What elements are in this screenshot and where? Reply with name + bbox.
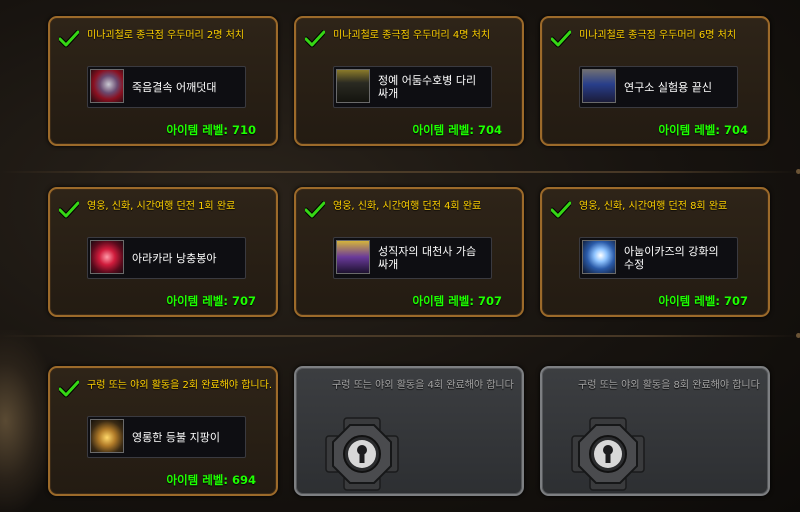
requirement-text: 구렁 또는 야외 활동을 4회 완료해야 합니다	[332, 380, 514, 391]
requirement-text: 미나괴철로 종극점 우두머리 2명 처치	[87, 30, 245, 41]
reward-card[interactable]: 영웅, 신화, 시간여행 던전 1회 완료 아라카라 낭충봉아 아이템 레벨: …	[48, 187, 278, 317]
item-name: 아눕이카즈의 강화의 수정	[624, 245, 719, 271]
crystal-icon	[582, 240, 616, 274]
reward-card[interactable]: 영웅, 신화, 시간여행 던전 4회 완료 성직자의 대천사 가슴싸개 아이템 …	[294, 187, 524, 317]
reward-card[interactable]: 미나괴철로 종극점 우두머리 2명 처치 죽음결속 어깨덧대 아이템 레벨: 7…	[48, 16, 278, 146]
item-level: 아이템 레벨: 707	[166, 294, 256, 308]
background-figure	[0, 330, 55, 512]
reward-item[interactable]: 죽음결속 어깨덧대	[87, 66, 246, 108]
chest-armor-icon	[336, 240, 370, 274]
checkmark-icon	[551, 30, 571, 48]
checkmark-icon	[59, 30, 79, 48]
requirement-text: 미나괴철로 종극점 우두머리 4명 처치	[333, 30, 491, 41]
requirement-text: 미나괴철로 종극점 우두머리 6명 처치	[579, 30, 737, 41]
item-level: 아이템 레벨: 694	[166, 473, 256, 487]
reward-item[interactable]: 아눕이카즈의 강화의 수정	[579, 237, 738, 279]
lantern-staff-icon	[90, 419, 124, 453]
reward-card[interactable]: 영웅, 신화, 시간여행 던전 8회 완료 아눕이카즈의 강화의 수정 아이템 …	[540, 187, 770, 317]
checkmark-icon	[305, 201, 325, 219]
reward-item[interactable]: 성직자의 대천사 가슴싸개	[333, 237, 492, 279]
item-name: 성직자의 대천사 가슴싸개	[378, 245, 477, 271]
trinket-orb-icon	[90, 240, 124, 274]
checkmark-icon	[59, 201, 79, 219]
boots-icon	[582, 69, 616, 103]
item-level: 아이템 레벨: 710	[166, 123, 256, 137]
reward-item[interactable]: 영롱한 등불 지팡이	[87, 416, 246, 458]
reward-item[interactable]: 아라카라 낭충봉아	[87, 237, 246, 279]
item-name: 아라카라 낭충봉아	[132, 251, 217, 265]
shoulder-armor-icon	[90, 69, 124, 103]
requirement-text: 영웅, 신화, 시간여행 던전 8회 완료	[579, 201, 728, 212]
requirement-text: 영웅, 신화, 시간여행 던전 4회 완료	[333, 201, 482, 212]
item-name: 연구소 실험용 끝신	[624, 80, 712, 94]
item-level: 아이템 레벨: 707	[658, 294, 748, 308]
padlock-icon	[571, 417, 645, 491]
requirement-text: 구렁 또는 야외 활동을 8회 완료해야 합니다	[578, 380, 760, 391]
row-divider	[0, 333, 800, 338]
reward-card[interactable]: 구렁 또는 야외 활동을 2회 완료해야 합니다. 영롱한 등불 지팡이 아이템…	[48, 366, 278, 496]
item-level: 아이템 레벨: 704	[412, 123, 502, 137]
reward-card[interactable]: 미나괴철로 종극점 우두머리 6명 처치 연구소 실험용 끝신 아이템 레벨: …	[540, 16, 770, 146]
requirement-text: 영웅, 신화, 시간여행 던전 1회 완료	[87, 201, 236, 212]
checkmark-icon	[59, 380, 79, 398]
locked-reward-card[interactable]: 구렁 또는 야외 활동을 8회 완료해야 합니다	[540, 366, 770, 496]
locked-reward-card[interactable]: 구렁 또는 야외 활동을 4회 완료해야 합니다	[294, 366, 524, 496]
reward-item[interactable]: 연구소 실험용 끝신	[579, 66, 738, 108]
item-name: 죽음결속 어깨덧대	[132, 80, 217, 94]
reward-card[interactable]: 미나괴철로 종극점 우두머리 4명 처치 정예 어둠수호병 다리싸개 아이템 레…	[294, 16, 524, 146]
item-level: 아이템 레벨: 704	[658, 123, 748, 137]
requirement-text: 구렁 또는 야외 활동을 2회 완료해야 합니다.	[87, 380, 273, 391]
item-name: 정예 어둠수호병 다리싸개	[378, 74, 477, 100]
item-name: 영롱한 등불 지팡이	[132, 430, 220, 444]
checkmark-icon	[551, 201, 571, 219]
leg-armor-icon	[336, 69, 370, 103]
reward-item[interactable]: 정예 어둠수호병 다리싸개	[333, 66, 492, 108]
padlock-icon	[325, 417, 399, 491]
row-divider	[0, 169, 800, 174]
checkmark-icon	[305, 30, 325, 48]
item-level: 아이템 레벨: 707	[412, 294, 502, 308]
